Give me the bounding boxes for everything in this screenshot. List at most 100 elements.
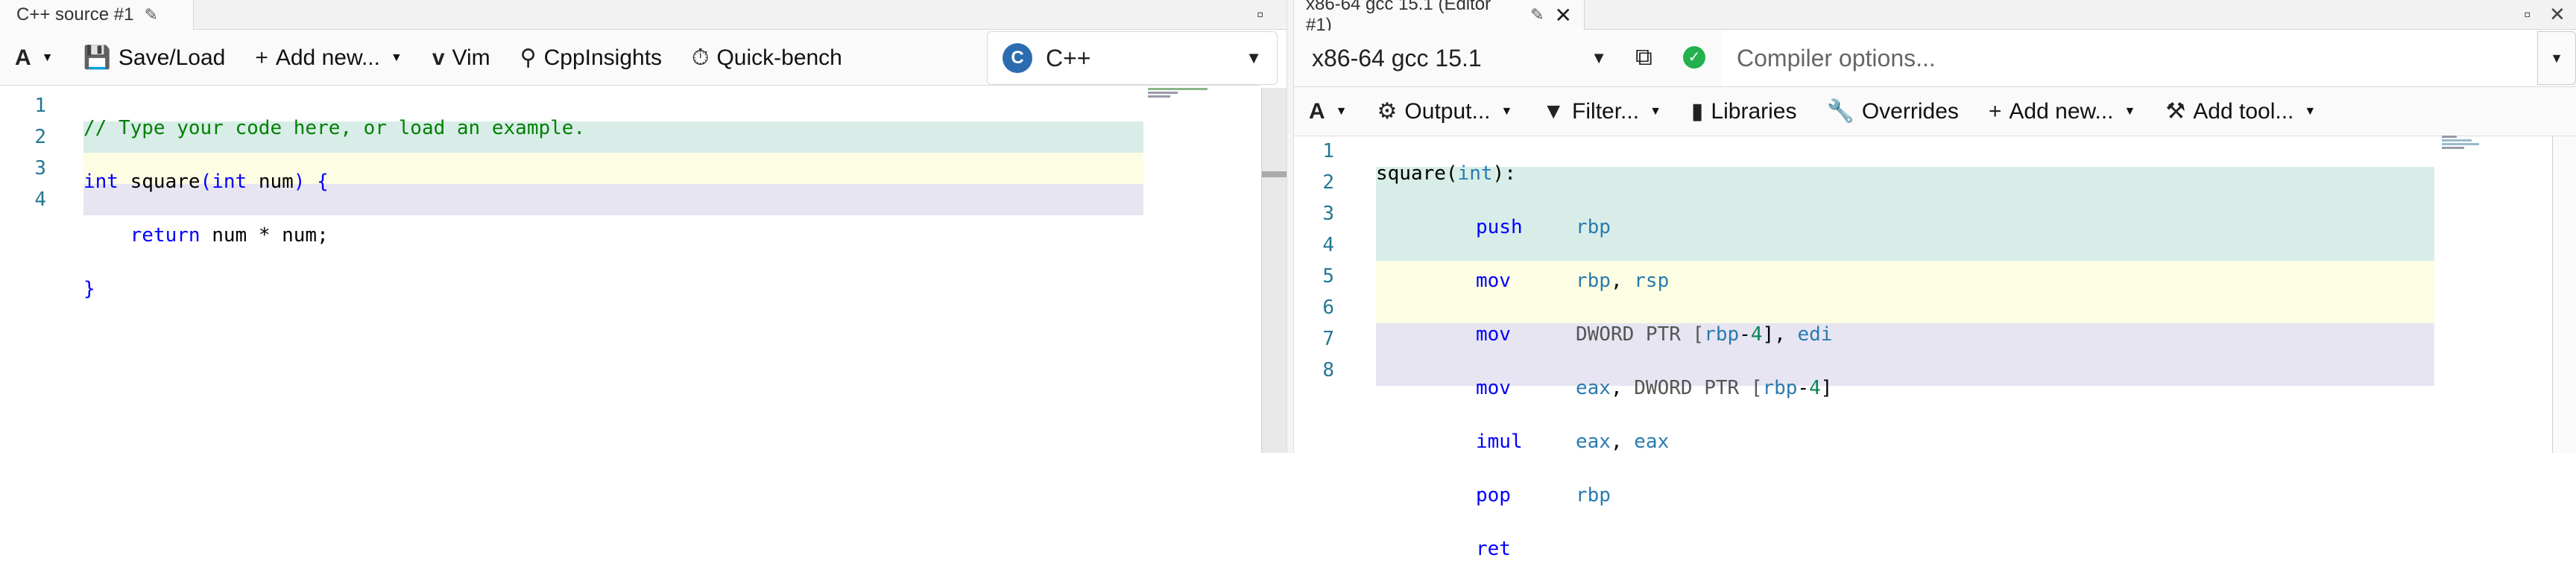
mnemonic: ret bbox=[1476, 538, 1511, 560]
pencil-icon[interactable]: ✎ bbox=[1530, 5, 1544, 25]
vim-icon: v bbox=[432, 45, 445, 70]
right-toolbar: A ▼ ⚙ Output... ▼ ▼ Filter... ▼ ▮ Libraries… bbox=[1294, 87, 2576, 136]
line-number: 7 bbox=[1322, 328, 1334, 350]
asm-output[interactable]: square(int): push rbp mov rbp, rsp mov DWOR… bbox=[1376, 136, 2434, 587]
source-editor[interactable]: // Type your code here, or load an examp… bbox=[83, 90, 1142, 327]
font-size-button[interactable]: A ▼ bbox=[1294, 89, 1363, 134]
close-icon[interactable]: ✕ bbox=[2549, 3, 2566, 26]
operand: eax bbox=[1576, 377, 1611, 399]
keyword: int bbox=[212, 171, 247, 193]
font-size-button[interactable]: A ▼ bbox=[0, 36, 69, 80]
chevron-down-icon: ▼ bbox=[1500, 104, 1513, 118]
ptr: DWORD PTR [ bbox=[1634, 377, 1763, 399]
filter-button[interactable]: ▼ Filter... ▼ bbox=[1527, 89, 1676, 134]
pane-divider[interactable] bbox=[1287, 0, 1294, 453]
cpp-logo-icon: C bbox=[1003, 43, 1032, 73]
vim-button[interactable]: v Vim bbox=[417, 36, 505, 80]
minus: - bbox=[1739, 323, 1751, 346]
language-label: C++ bbox=[1046, 44, 1091, 72]
mnemonic: push bbox=[1476, 216, 1523, 238]
close-icon[interactable]: ✕ bbox=[1555, 3, 1572, 28]
param: num bbox=[258, 171, 294, 193]
line-number: 1 bbox=[1322, 140, 1334, 162]
chevron-down-icon: ▼ bbox=[41, 51, 54, 64]
mnemonic: mov bbox=[1476, 270, 1511, 292]
add-tool-label: Add tool... bbox=[2193, 98, 2294, 124]
line-number: 4 bbox=[34, 188, 46, 211]
cppinsights-button[interactable]: ⚲ CppInsights bbox=[505, 36, 677, 80]
maximize-icon[interactable]: ▫ bbox=[2524, 3, 2531, 26]
operand: rbp bbox=[1576, 484, 1611, 507]
chevron-down-icon: ▼ bbox=[1246, 48, 1262, 67]
asm-line-3: mov rbp, rsp bbox=[1376, 265, 2434, 296]
compiler-options-input[interactable]: Compiler options... bbox=[1722, 31, 2537, 85]
tab-cpp-source[interactable]: C++ source #1 ✎ bbox=[0, 0, 194, 30]
code-line-2: int square(int num) { bbox=[83, 166, 1142, 197]
font-icon: A bbox=[15, 45, 31, 70]
close: ] bbox=[1820, 377, 1833, 399]
operand: rsp bbox=[1634, 270, 1670, 292]
external-link-icon[interactable]: ⧉ bbox=[1635, 43, 1652, 72]
label-end: ): bbox=[1492, 162, 1516, 185]
minimap-line bbox=[1148, 92, 1178, 94]
chevron-down-icon: ▼ bbox=[2550, 50, 2563, 66]
line-number: 1 bbox=[34, 95, 46, 117]
pencil-icon[interactable]: ✎ bbox=[144, 5, 157, 25]
right-minimap[interactable] bbox=[2442, 136, 2501, 155]
save-icon: 💾 bbox=[83, 45, 111, 70]
compiler-select[interactable]: x86-64 gcc 15.1 ▼ bbox=[1297, 31, 1622, 85]
line-number: 3 bbox=[34, 157, 46, 180]
options-dropdown-button[interactable]: ▼ bbox=[2537, 31, 2576, 85]
libraries-label: Libraries bbox=[1711, 98, 1797, 124]
asm-line-2: push rbp bbox=[1376, 212, 2434, 243]
scrollbar-thumb[interactable] bbox=[1262, 171, 1287, 177]
asm-line-1: square(int): bbox=[1376, 158, 2434, 189]
output-button[interactable]: ⚙ Output... ▼ bbox=[1363, 89, 1528, 134]
save-load-button[interactable]: 💾 Save/Load bbox=[69, 36, 241, 80]
ptr: DWORD PTR [ bbox=[1576, 323, 1705, 346]
maximize-icon[interactable]: ▫ bbox=[1257, 3, 1263, 26]
operand: rbp bbox=[1762, 377, 1798, 399]
operand: edi bbox=[1797, 323, 1833, 346]
asm-line-7: pop rbp bbox=[1376, 480, 2434, 511]
mnemonic: mov bbox=[1476, 377, 1511, 399]
font-icon: A bbox=[1309, 98, 1325, 124]
line-number: 2 bbox=[1322, 171, 1334, 194]
line-number: 6 bbox=[1322, 296, 1334, 319]
quickbench-icon: ⏱ bbox=[692, 45, 710, 70]
cppinsights-label: CppInsights bbox=[543, 45, 663, 70]
left-minimap[interactable] bbox=[1148, 88, 1215, 103]
operand: eax bbox=[1576, 431, 1611, 453]
right-scrollbar[interactable] bbox=[2552, 136, 2576, 453]
label-arg: int bbox=[1457, 162, 1493, 185]
asm-line-4: mov DWORD PTR [rbp-4], edi bbox=[1376, 319, 2434, 350]
add-new-button[interactable]: + Add new... ▼ bbox=[1974, 89, 2150, 134]
save-load-label: Save/Load bbox=[118, 45, 226, 70]
chevron-down-icon: ▼ bbox=[2124, 104, 2136, 118]
libraries-button[interactable]: ▮ Libraries bbox=[1676, 89, 1812, 134]
overrides-button[interactable]: 🔧 Overrides bbox=[1811, 89, 1973, 134]
offset: 4 bbox=[1750, 323, 1763, 346]
minimap-line bbox=[2442, 136, 2457, 138]
label: square( bbox=[1376, 162, 1458, 185]
chevron-down-icon: ▼ bbox=[1591, 48, 1607, 67]
tool-icon: ⚒ bbox=[2165, 99, 2186, 124]
line-number: 3 bbox=[1322, 203, 1334, 225]
function-name: square bbox=[130, 171, 201, 193]
language-select[interactable]: C C++ ▼ bbox=[987, 31, 1278, 85]
left-scrollbar[interactable] bbox=[1261, 88, 1287, 453]
mnemonic: pop bbox=[1476, 484, 1511, 507]
vim-label: Vim bbox=[452, 45, 490, 70]
expression: num * num; bbox=[212, 224, 329, 247]
add-new-button[interactable]: + Add new... ▼ bbox=[240, 36, 417, 80]
chevron-down-icon: ▼ bbox=[2304, 104, 2317, 118]
wrench-icon: 🔧 bbox=[1826, 99, 1854, 124]
quickbench-button[interactable]: ⏱ Quick-bench bbox=[677, 36, 857, 80]
tab-title: C++ source #1 bbox=[16, 4, 134, 25]
operand: rbp bbox=[1576, 270, 1611, 292]
asm-line-8: ret bbox=[1376, 533, 2434, 565]
output-label: Output... bbox=[1404, 98, 1491, 124]
tab-compiler[interactable]: x86-64 gcc 15.1 (Editor #1) ✎ ✕ bbox=[1294, 0, 1585, 35]
add-tool-button[interactable]: ⚒ Add tool... ▼ bbox=[2150, 89, 2331, 134]
asm-line-5: mov eax, DWORD PTR [rbp-4] bbox=[1376, 372, 2434, 404]
